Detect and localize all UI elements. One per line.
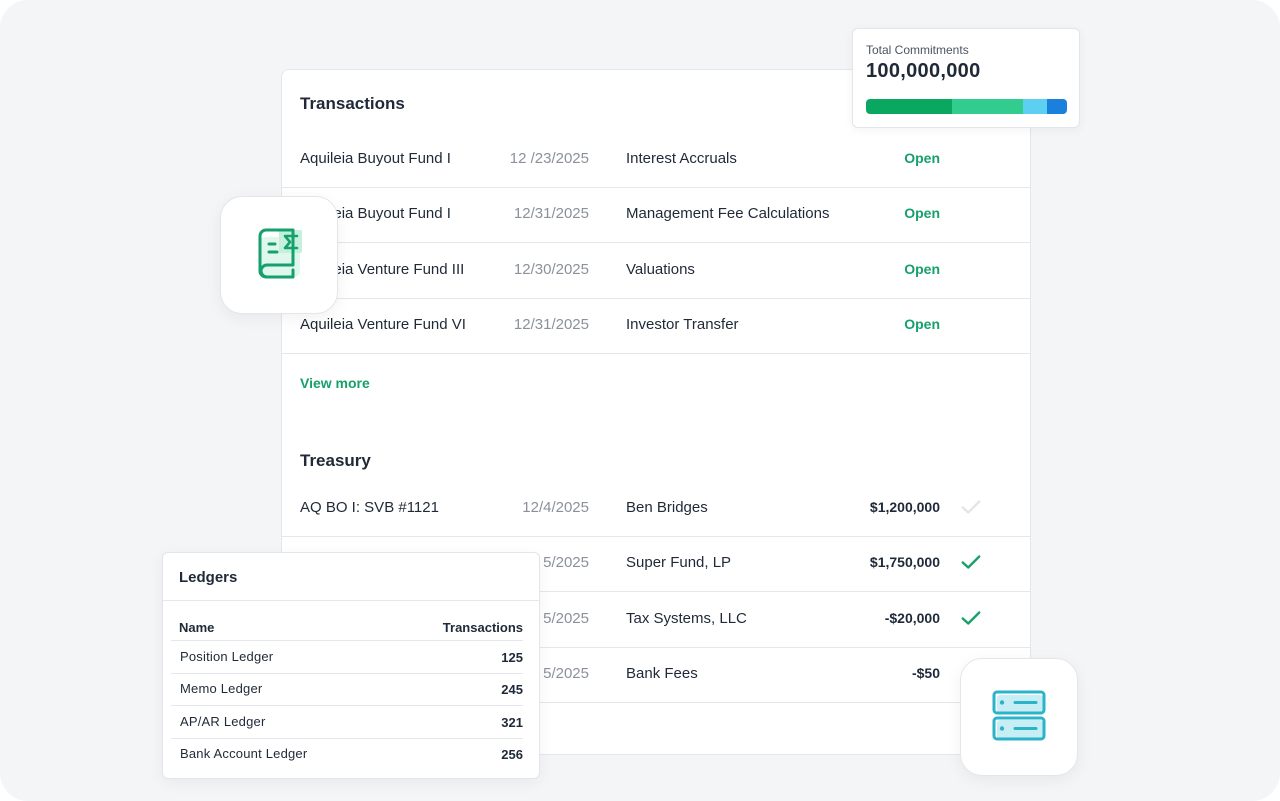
ledgers-card: Ledgers Name Transactions Position Ledge… — [162, 552, 540, 779]
commitments-bar-segment — [1046, 99, 1067, 114]
treasury-title: Treasury — [300, 451, 371, 470]
amount: $1,200,000 — [869, 499, 940, 515]
counterparty: Tax Systems, LLC — [626, 610, 747, 627]
column-header-name: Name — [179, 620, 215, 635]
ledger-count: 245 — [501, 682, 523, 697]
total-commitments-card: Total Commitments 100,000,000 — [852, 28, 1080, 128]
commitments-progress-bar — [866, 99, 1067, 114]
commitments-label: Total Commitments — [866, 43, 969, 57]
view-more-link[interactable]: View more — [300, 375, 370, 391]
check-icon[interactable] — [960, 496, 982, 518]
status-badge: Open — [904, 150, 940, 166]
ledger-count: 321 — [501, 715, 523, 730]
treasury-date: 5/2025 — [543, 665, 589, 682]
counterparty: Ben Bridges — [626, 499, 708, 516]
ledger-row[interactable]: AP/AR Ledger 321 — [171, 706, 523, 739]
check-icon[interactable] — [960, 551, 982, 573]
ledger-name: Memo Ledger — [180, 681, 263, 696]
ledger-icon-tile — [220, 196, 338, 314]
transaction-task: Interest Accruals — [626, 150, 737, 167]
server-icon — [992, 690, 1046, 741]
ledger-name: AP/AR Ledger — [180, 714, 266, 729]
status-badge: Open — [904, 316, 940, 332]
amount: $1,750,000 — [869, 554, 940, 570]
ledger-name: Bank Account Ledger — [180, 746, 308, 761]
treasury-date: 5/2025 — [543, 554, 589, 571]
transaction-date: 12 /23/2025 — [509, 150, 589, 167]
amount: -$50 — [911, 665, 940, 681]
column-header-transactions: Transactions — [442, 620, 523, 635]
server-icon-tile — [960, 658, 1078, 776]
transaction-row[interactable]: Aquileia Venture Fund III 12/30/2025 Val… — [282, 243, 1030, 299]
transaction-task: Management Fee Calculations — [626, 205, 830, 222]
transactions-title: Transactions — [300, 94, 405, 113]
transaction-row[interactable]: Aquileia Buyout Fund I 12/31/2025 Manage… — [282, 187, 1030, 243]
ledger-row[interactable]: Position Ledger 125 — [171, 641, 523, 674]
commitments-bar-segment — [866, 99, 953, 114]
amount: -$20,000 — [884, 610, 940, 626]
transaction-date: 12/31/2025 — [513, 316, 589, 333]
status-badge: Open — [904, 205, 940, 221]
ledgers-table-header: Name Transactions — [171, 617, 523, 641]
divider — [163, 600, 539, 601]
ledger-row[interactable]: Bank Account Ledger 256 — [171, 738, 523, 770]
fund-name: Aquileia Buyout Fund I — [300, 150, 451, 167]
ledger-count: 125 — [501, 650, 523, 665]
fund-name: Aquileia Venture Fund VI — [300, 316, 466, 333]
transaction-task: Investor Transfer — [626, 316, 739, 333]
treasury-row[interactable]: AQ BO I: SVB #1121 12/4/2025 Ben Bridges… — [282, 481, 1030, 537]
transaction-date: 12/31/2025 — [513, 205, 589, 222]
ledger-count: 256 — [501, 747, 523, 762]
ledgers-title: Ledgers — [179, 569, 238, 586]
treasury-date: 5/2025 — [543, 610, 589, 627]
treasury-date: 12/4/2025 — [522, 499, 589, 516]
check-icon[interactable] — [960, 607, 982, 629]
transaction-task: Valuations — [626, 261, 695, 278]
background-canvas: Transactions Aquileia Buyout Fund I 12 /… — [0, 0, 1280, 801]
transaction-row[interactable]: Aquileia Venture Fund VI 12/31/2025 Inve… — [282, 298, 1030, 354]
transaction-row[interactable]: Aquileia Buyout Fund I 12 /23/2025 Inter… — [282, 132, 1030, 188]
ledger-name: Position Ledger — [180, 649, 274, 664]
commitments-bar-segment — [952, 99, 1023, 114]
counterparty: Super Fund, LP — [626, 554, 732, 571]
commitments-value: 100,000,000 — [866, 60, 981, 82]
commitments-bar-segment — [1022, 99, 1047, 114]
ledger-book-icon — [258, 228, 302, 279]
transaction-date: 12/30/2025 — [513, 261, 589, 278]
status-badge: Open — [904, 261, 940, 277]
counterparty: Bank Fees — [626, 665, 698, 682]
ledger-row[interactable]: Memo Ledger 245 — [171, 673, 523, 706]
account-name: AQ BO I: SVB #1121 — [300, 499, 439, 516]
